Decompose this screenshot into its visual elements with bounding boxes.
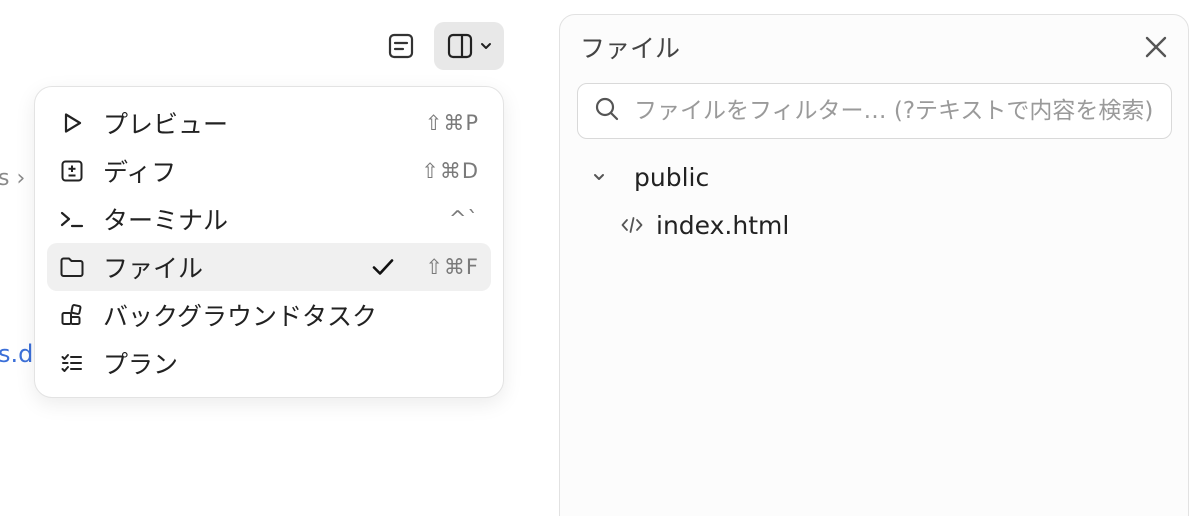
- menu-item-shortcut: ⇧⌘P: [424, 111, 479, 135]
- chevron-down-icon[interactable]: [590, 168, 608, 186]
- diff-icon: [59, 158, 85, 184]
- sidebar-panel-icon: [446, 32, 474, 60]
- breadcrumb-fragment: s ›: [0, 166, 26, 191]
- menu-item-preview[interactable]: プレビュー ⇧⌘P: [47, 99, 491, 147]
- code-file-icon: [620, 213, 644, 237]
- tree-folder-public[interactable]: public: [590, 157, 709, 197]
- checklist-icon: [59, 350, 85, 376]
- files-panel: ファイル public: [559, 14, 1189, 516]
- view-menu: プレビュー ⇧⌘P ディフ ⇧⌘D ターミナル ^` ファイル ⇧⌘F バックグ…: [34, 86, 504, 398]
- menu-item-terminal[interactable]: ターミナル ^`: [47, 195, 491, 243]
- menu-item-shortcut: ^`: [448, 207, 479, 231]
- file-filter-box[interactable]: [577, 83, 1172, 139]
- menu-item-background-tasks[interactable]: バックグラウンドタスク: [47, 291, 491, 339]
- notes-button[interactable]: [378, 22, 424, 70]
- search-icon: [594, 96, 620, 126]
- menu-item-label: バックグラウンドタスク: [103, 302, 378, 331]
- file-filter-input[interactable]: [632, 97, 1171, 125]
- link-fragment[interactable]: s.d: [0, 340, 33, 368]
- menu-item-label: ディフ: [103, 158, 177, 187]
- chevron-down-icon: [480, 40, 492, 52]
- folder-icon: [59, 254, 85, 280]
- menu-item-label: ファイル: [103, 254, 204, 283]
- menu-item-files[interactable]: ファイル ⇧⌘F: [47, 243, 491, 291]
- menu-item-shortcut: ⇧⌘F: [425, 255, 479, 279]
- notes-icon: [387, 32, 415, 60]
- tree-file-index-html[interactable]: index.html: [620, 205, 789, 245]
- menu-item-shortcut: ⇧⌘D: [421, 159, 479, 183]
- panel-title: ファイル: [580, 34, 681, 63]
- menu-item-label: プラン: [103, 350, 179, 379]
- menu-item-diff[interactable]: ディフ ⇧⌘D: [47, 147, 491, 195]
- app-window: s › s.d プレビュー ⇧⌘P ディフ ⇧⌘D ターミナル ^` ファイル …: [0, 0, 1200, 516]
- background-tasks-icon: [59, 302, 85, 328]
- terminal-icon: [59, 206, 85, 232]
- play-icon: [59, 110, 85, 136]
- close-icon[interactable]: [1142, 33, 1170, 61]
- tree-folder-label: public: [634, 162, 710, 192]
- menu-item-label: プレビュー: [103, 110, 229, 139]
- checkmark-icon: [371, 255, 395, 279]
- tree-file-label: index.html: [656, 210, 790, 240]
- menu-item-label: ターミナル: [103, 206, 229, 235]
- panel-toggle-button[interactable]: [434, 22, 504, 70]
- menu-item-plan[interactable]: プラン: [47, 339, 491, 387]
